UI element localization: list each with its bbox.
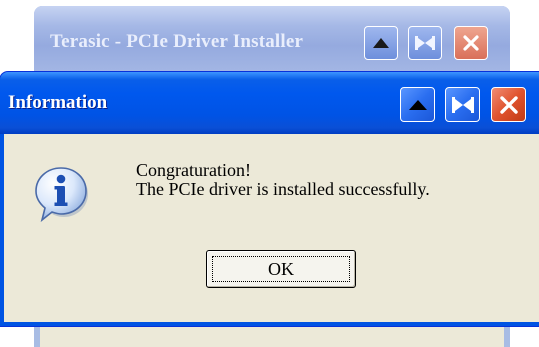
ok-button-label: OK	[268, 258, 294, 279]
up-arrow-icon	[408, 99, 427, 110]
close-icon	[463, 35, 479, 51]
close-icon	[499, 95, 518, 114]
background-window-pin-button[interactable]	[408, 26, 442, 60]
background-window-close-button[interactable]	[454, 26, 488, 60]
background-window-titlebar[interactable]: Terasic - PCIe Driver Installer	[34, 6, 510, 72]
pin-icon	[451, 96, 474, 113]
pin-icon	[415, 36, 435, 50]
up-arrow-icon	[373, 38, 389, 48]
information-dialog[interactable]: Information Congraturation! The PCIe dri…	[0, 72, 539, 326]
dialog-message: Congraturation! The PCIe driver is insta…	[136, 161, 430, 199]
message-line-2: The PCIe driver is installed successfull…	[136, 179, 430, 199]
dialog-title: Information	[8, 92, 108, 113]
dialog-client-area: Congraturation! The PCIe driver is insta…	[4, 134, 539, 322]
dialog-up-button[interactable]	[400, 87, 435, 122]
information-icon	[35, 167, 88, 222]
dialog-titlebar[interactable]: Information	[0, 72, 539, 134]
dialog-close-button[interactable]	[491, 87, 526, 122]
background-window-title: Terasic - PCIe Driver Installer	[50, 31, 304, 52]
screen: Terasic - PCIe Driver Installer Informat…	[0, 0, 539, 347]
ok-button[interactable]: OK	[206, 250, 356, 288]
background-window-up-button[interactable]	[364, 26, 398, 60]
message-line-1: Congraturation!	[136, 160, 251, 180]
dialog-pin-button[interactable]	[445, 87, 480, 122]
